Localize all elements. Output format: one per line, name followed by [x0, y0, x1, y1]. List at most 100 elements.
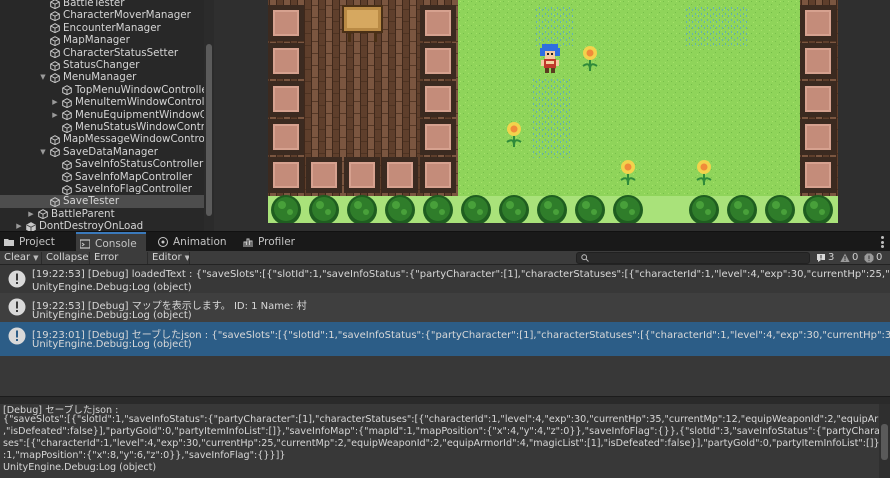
tab-project[interactable]: Project — [0, 232, 70, 252]
detail-line: :1,"mapPosition":{"x":8,"y":6,"z":0}},"s… — [3, 450, 286, 461]
bush-sprite — [499, 195, 529, 225]
hierarchy-item[interactable]: BattleTester — [0, 0, 214, 9]
hierarchy-item[interactable]: ▶ BattleParent — [0, 208, 214, 220]
editor-dropdown[interactable]: Editor ▼ — [148, 251, 190, 265]
hierarchy-item[interactable]: SaveInfoMapController — [0, 171, 214, 183]
bush-sprite — [309, 195, 339, 225]
log-entry-selected[interactable]: [19:23:01] [Debug] セーブしたjson : {"saveSlo… — [0, 322, 890, 356]
water-patch — [534, 6, 574, 46]
expand-down-icon[interactable]: ▼ — [39, 146, 47, 158]
folder-icon — [4, 239, 14, 246]
wall-tile — [420, 119, 456, 155]
gameobject-cube-icon — [50, 197, 60, 207]
info-icon — [8, 298, 26, 316]
hierarchy-item-label: MapMessageWindowControlle — [63, 133, 214, 146]
gameobject-cube-icon — [50, 60, 60, 71]
search-input[interactable] — [576, 252, 810, 264]
wall-tile — [344, 157, 380, 193]
info-icon — [817, 254, 825, 262]
wall-tile — [800, 5, 836, 41]
hierarchy-item-label: MapManager — [63, 34, 130, 47]
hierarchy-item-label: BattleTester — [63, 0, 125, 9]
hierarchy-item[interactable]: ▶ MenuItemWindowControlle — [0, 96, 214, 108]
hierarchy-item[interactable]: ▶ MenuEquipmentWindowCo — [0, 109, 214, 121]
hierarchy-scrollbar-thumb[interactable] — [206, 44, 212, 216]
gameobject-cube-icon — [50, 0, 60, 9]
detail-line: {"saveSlots":[{"slotId":1,"saveInfoStatu… — [3, 414, 890, 425]
gameobject-cube-icon — [50, 11, 60, 21]
hierarchy-item-label: SaveTester — [63, 195, 120, 208]
hierarchy-item-label: MenuManager — [63, 71, 137, 84]
wall-tile — [420, 81, 456, 117]
hierarchy-item[interactable]: StatusChanger — [0, 59, 214, 71]
hierarchy-item-label: TopMenuWindowController — [75, 83, 212, 96]
clear-button[interactable]: Clear ▼ — [0, 251, 42, 265]
detail-scrollbar-thumb[interactable] — [881, 424, 888, 460]
gameobject-cube-icon — [26, 221, 36, 231]
hierarchy-item-label: CharacterMoverManager — [63, 9, 191, 22]
collapse-toggle[interactable]: Collapse — [42, 251, 90, 265]
animation-icon — [158, 237, 168, 247]
hierarchy-item-label: SaveInfoStatusController — [75, 158, 204, 171]
expand-right-icon[interactable]: ▶ — [27, 208, 35, 220]
expand-right-icon[interactable]: ▶ — [51, 96, 59, 108]
log-count-toggle[interactable]: 3 — [816, 251, 840, 265]
hierarchy-item-label: MenuEquipmentWindowCo — [75, 108, 214, 121]
hierarchy-item[interactable]: EncounterManager — [0, 22, 214, 34]
gameobject-cube-icon — [62, 184, 72, 195]
hierarchy-item[interactable]: ▶ DontDestroyOnLoad — [0, 220, 214, 231]
hierarchy-item[interactable]: ▼ MenuManager — [0, 71, 214, 83]
warning-count-toggle[interactable]: 0 — [840, 251, 864, 265]
hedge-row — [271, 195, 833, 225]
expand-right-icon[interactable]: ▶ — [15, 220, 23, 231]
hierarchy-item[interactable]: SaveTester — [0, 195, 214, 208]
tab-animation[interactable]: Animation — [154, 232, 234, 252]
hierarchy-item[interactable]: CharacterStatusSetter — [0, 47, 214, 59]
detail-scrollbar[interactable] — [879, 404, 890, 478]
gameobject-cube-icon — [50, 48, 60, 59]
log-detail-panel: [Debug] セーブしたjson : {"saveSlots":[{"slot… — [0, 404, 890, 478]
bush-sprite — [803, 195, 833, 225]
tab-menu-icon[interactable] — [881, 236, 884, 248]
gameobject-cube-icon — [50, 23, 60, 34]
hierarchy-item-label: SaveInfoMapController — [75, 170, 193, 183]
console-toolbar: Clear▼ Collapse Error Pause Editor▼ 3 0 … — [0, 251, 890, 277]
water-patch — [532, 78, 570, 158]
tab-console[interactable]: Console — [76, 232, 146, 252]
gameobject-cube-icon — [62, 159, 72, 170]
hierarchy-item[interactable]: MapMessageWindowControlle — [0, 133, 214, 145]
hierarchy-item-label: BattleParent — [51, 207, 115, 220]
hierarchy-item-label: MenuStatusWindowControl — [75, 121, 214, 133]
hierarchy-item-label: EncounterManager — [63, 21, 161, 34]
gameobject-cube-icon — [50, 73, 60, 83]
console-log-list[interactable]: [19:22:53] [Debug] loadedText : {"saveSl… — [0, 265, 890, 396]
error-count-toggle[interactable]: 0 — [864, 251, 888, 265]
console-splitter[interactable] — [0, 396, 890, 404]
wall-tile — [306, 157, 342, 193]
bush-sprite — [347, 195, 377, 225]
hierarchy-item[interactable]: TopMenuWindowController — [0, 84, 214, 96]
expand-down-icon[interactable]: ▼ — [39, 71, 47, 83]
hierarchy-item-label: SaveDataManager — [63, 145, 158, 158]
gameobject-cube-icon — [62, 172, 72, 183]
console-icon — [80, 239, 90, 249]
wall-tile — [268, 119, 304, 155]
warning-icon — [840, 253, 850, 262]
tab-profiler[interactable]: Profiler — [239, 232, 309, 252]
bush-sprite — [271, 195, 301, 225]
hierarchy-item[interactable]: MenuStatusWindowControl — [0, 121, 214, 133]
hierarchy-scrollbar[interactable] — [204, 0, 214, 231]
hierarchy-item[interactable]: SaveInfoStatusController — [0, 158, 214, 170]
water-patch — [684, 6, 748, 46]
hierarchy-item[interactable]: CharacterMoverManager — [0, 9, 214, 21]
hierarchy-item-label: SaveInfoFlagController — [75, 183, 193, 195]
hierarchy-item[interactable]: SaveInfoFlagController — [0, 183, 214, 195]
chevron-down-icon: ▼ — [33, 254, 39, 262]
hierarchy-item-label: StatusChanger — [63, 59, 140, 71]
error-pause-toggle[interactable]: Error Pause — [90, 251, 148, 277]
game-view[interactable] — [214, 0, 890, 231]
hierarchy-item[interactable]: MapManager — [0, 34, 214, 46]
expand-right-icon[interactable]: ▶ — [51, 109, 59, 121]
hierarchy-item[interactable]: ▼ SaveDataManager — [0, 146, 214, 158]
gameobject-cube-icon — [50, 135, 60, 145]
